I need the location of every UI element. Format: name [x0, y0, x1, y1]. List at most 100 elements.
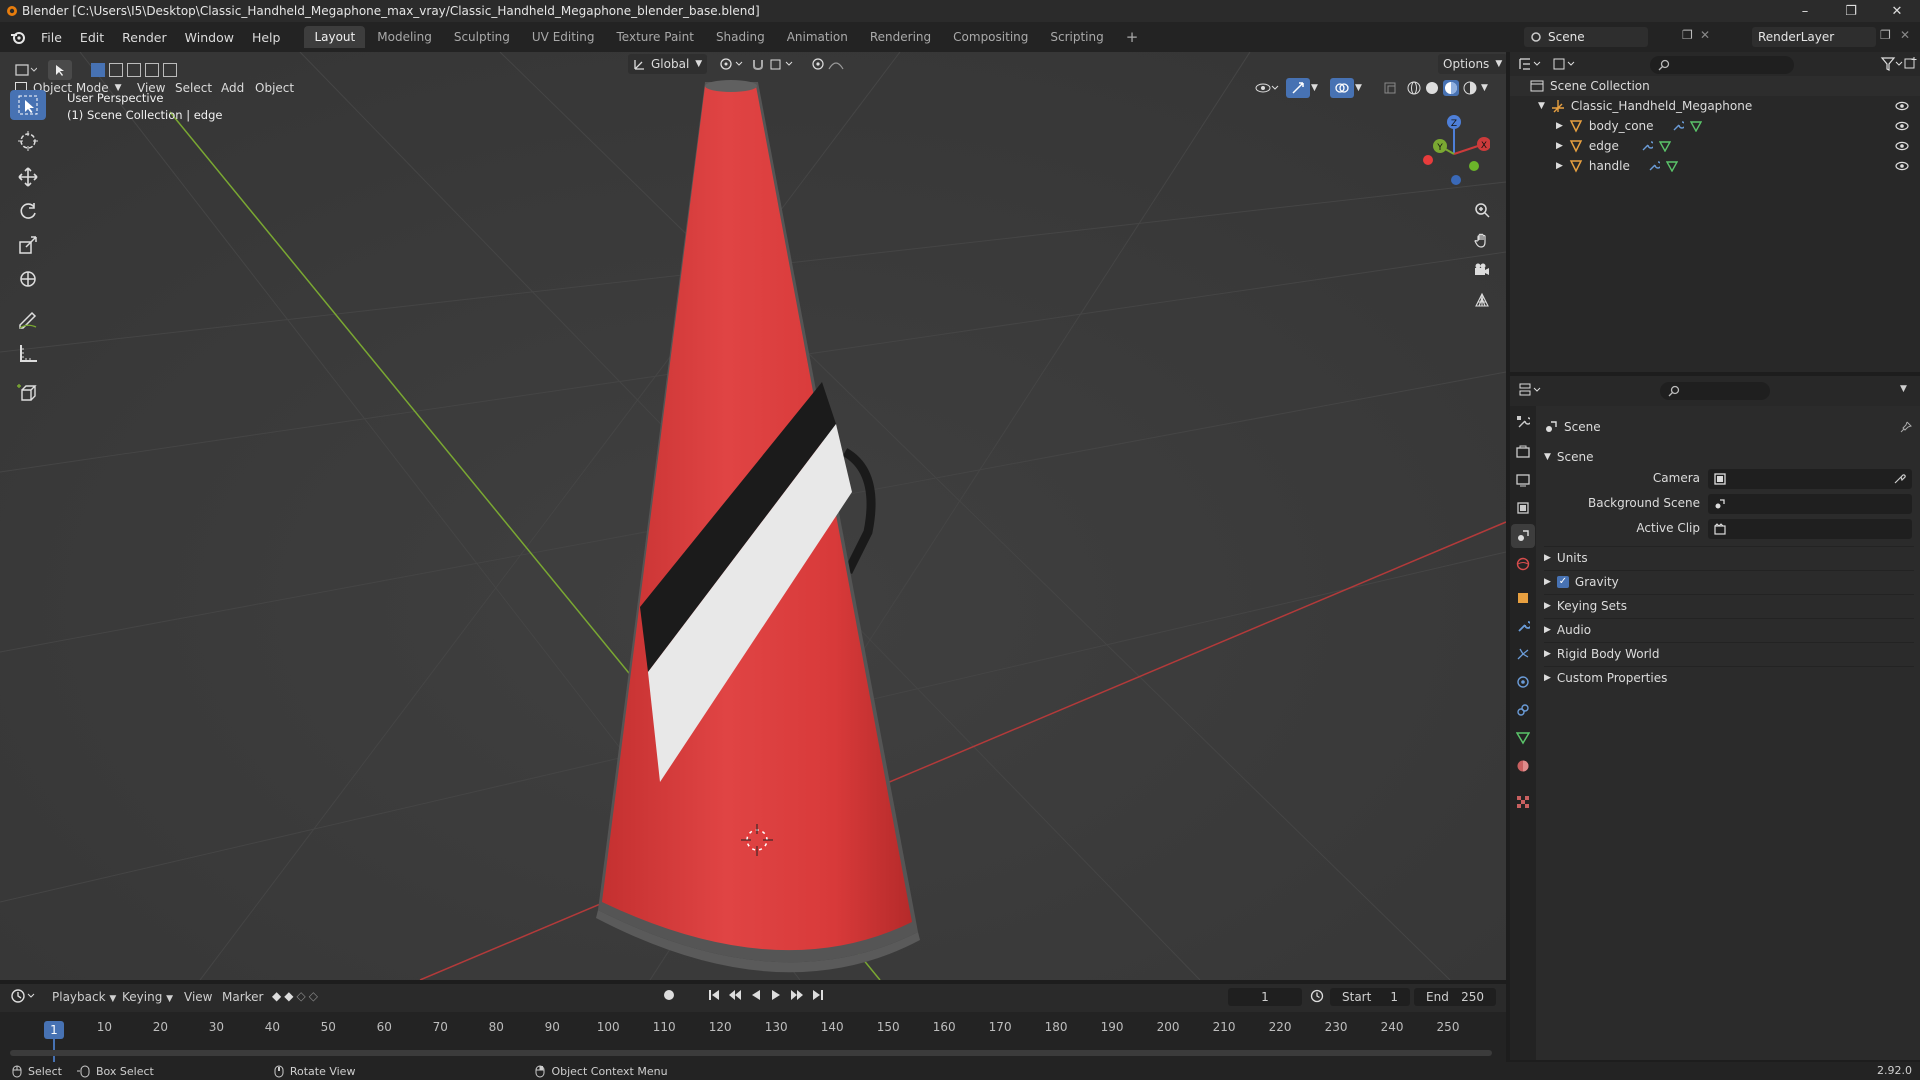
- end-frame-field[interactable]: End 250: [1414, 988, 1496, 1006]
- scale-tool[interactable]: [10, 230, 46, 260]
- jump-end-icon[interactable]: [812, 989, 824, 1001]
- tab-output-icon[interactable]: [1511, 468, 1535, 492]
- tab-animation[interactable]: Animation: [777, 26, 858, 48]
- tab-tool-icon[interactable]: [1511, 410, 1535, 434]
- delete-scene-icon[interactable]: ✕: [1700, 28, 1710, 42]
- tab-texture-icon[interactable]: [1511, 790, 1535, 814]
- gravity-checkbox[interactable]: ✓: [1556, 575, 1569, 588]
- eyedropper-icon[interactable]: [1894, 472, 1906, 484]
- tab-data-icon[interactable]: [1511, 726, 1535, 750]
- scene-panel-header[interactable]: ▼ Scene: [1544, 446, 1914, 468]
- properties-options-dropdown[interactable]: ▼: [1900, 384, 1907, 394]
- menu-file[interactable]: File: [32, 30, 71, 45]
- tab-world-icon[interactable]: [1511, 552, 1535, 576]
- eye-icon[interactable]: [1895, 161, 1909, 171]
- material-preview-shading-icon[interactable]: [1443, 80, 1459, 96]
- new-renderlayer-icon[interactable]: ❐: [1880, 28, 1891, 42]
- tab-modeling[interactable]: Modeling: [367, 26, 442, 48]
- jump-keyframe-back-icon[interactable]: [728, 989, 742, 1001]
- gizmo-dropdown-icon[interactable]: ▼: [1306, 78, 1323, 98]
- rotate-tool[interactable]: [10, 196, 46, 226]
- select-intersect-icon[interactable]: [163, 63, 177, 77]
- outliner-search-input[interactable]: [1650, 56, 1794, 74]
- tab-scene-icon[interactable]: [1511, 524, 1535, 548]
- renderlayer-selector[interactable]: RenderLayer: [1752, 27, 1876, 47]
- play-reverse-icon[interactable]: [750, 989, 762, 1001]
- tab-sculpting[interactable]: Sculpting: [444, 26, 520, 48]
- timeline-editor[interactable]: Playback ▼ Keying ▼ View Marker ◆ ◆ ◇ ◇ …: [0, 984, 1506, 1064]
- new-collection-icon[interactable]: [1904, 56, 1918, 70]
- display-mode-dropdown[interactable]: [1552, 56, 1578, 72]
- eye-icon[interactable]: [1895, 121, 1909, 131]
- select-subtract-icon[interactable]: [127, 63, 141, 77]
- tab-material-icon[interactable]: [1511, 754, 1535, 778]
- blender-menu-icon[interactable]: [10, 30, 26, 44]
- eye-icon[interactable]: [1895, 101, 1909, 111]
- measure-tool[interactable]: [10, 338, 46, 368]
- mesh-data-icon[interactable]: [1689, 120, 1702, 132]
- tab-particles-icon[interactable]: [1511, 642, 1535, 666]
- keyframe-delete-icon[interactable]: ◇: [296, 989, 305, 1003]
- pivot-point-dropdown[interactable]: [714, 54, 750, 74]
- properties-editor-type-icon[interactable]: [1518, 382, 1544, 398]
- expand-arrow-icon[interactable]: ▶: [1556, 141, 1563, 151]
- outliner-row-scene-collection[interactable]: Scene Collection: [1510, 76, 1920, 96]
- move-tool[interactable]: [10, 162, 46, 192]
- active-clip-field[interactable]: [1708, 519, 1912, 539]
- custom-properties-panel-header[interactable]: ▶ Custom Properties: [1544, 666, 1914, 688]
- pin-icon[interactable]: [1900, 421, 1912, 433]
- menu-edit[interactable]: Edit: [71, 30, 113, 45]
- xray-toggle[interactable]: [1378, 78, 1402, 98]
- expand-arrow-icon[interactable]: ▶: [1556, 161, 1563, 171]
- background-scene-field[interactable]: [1708, 494, 1912, 514]
- shading-dropdown-icon[interactable]: ▼: [1481, 83, 1488, 93]
- transform-orientation-dropdown[interactable]: Global ▼: [628, 54, 708, 74]
- use-preview-range-icon[interactable]: [1310, 989, 1324, 1003]
- mesh-data-icon[interactable]: [1658, 140, 1671, 152]
- camera-view-icon[interactable]: [1470, 258, 1494, 282]
- menu-window[interactable]: Window: [176, 30, 243, 45]
- tab-scripting[interactable]: Scripting: [1040, 26, 1113, 48]
- overlays-dropdown-icon[interactable]: ▼: [1350, 78, 1367, 98]
- record-icon[interactable]: [662, 988, 676, 1002]
- keyframe-buttons[interactable]: ◆ ◆ ◇ ◇: [272, 989, 318, 1003]
- new-scene-icon[interactable]: ❐: [1682, 28, 1693, 42]
- audio-panel-header[interactable]: ▶ Audio: [1544, 618, 1914, 640]
- expand-arrow-icon[interactable]: ▶: [1556, 121, 1563, 131]
- maximize-button[interactable]: ❐: [1828, 0, 1874, 22]
- timeline-menu-marker[interactable]: Marker: [222, 990, 263, 1004]
- keying-set-icon[interactable]: ◇: [309, 989, 318, 1003]
- viewport-menu-select[interactable]: Select: [170, 78, 217, 98]
- selection-mode-buttons[interactable]: [86, 60, 182, 80]
- tab-render-icon[interactable]: [1511, 440, 1535, 464]
- add-cube-tool[interactable]: [10, 378, 46, 408]
- shading-mode-buttons[interactable]: ▼: [1402, 78, 1493, 98]
- toggle-ortho-icon[interactable]: [1470, 288, 1494, 312]
- eye-icon[interactable]: [1895, 141, 1909, 151]
- modifier-wrench-icon[interactable]: [1641, 140, 1653, 152]
- select-extend-icon[interactable]: [109, 63, 123, 77]
- start-frame-field[interactable]: Start 1: [1330, 988, 1410, 1006]
- pan-view-icon[interactable]: [1470, 228, 1494, 252]
- timeline-scrollbar[interactable]: [10, 1050, 1492, 1056]
- outliner-row-object[interactable]: ▶ handle: [1510, 156, 1920, 176]
- tab-view-layer-icon[interactable]: [1511, 496, 1535, 520]
- transform-tool[interactable]: [10, 264, 46, 294]
- jump-keyframe-forward-icon[interactable]: [790, 989, 804, 1001]
- units-panel-header[interactable]: ▶ Units: [1544, 546, 1914, 568]
- select-difference-icon[interactable]: [145, 63, 159, 77]
- modifier-wrench-icon[interactable]: [1648, 160, 1660, 172]
- visibility-dropdown[interactable]: [1250, 78, 1286, 98]
- cursor-tool[interactable]: [10, 126, 46, 156]
- viewport-menu-object[interactable]: Object: [250, 78, 299, 98]
- tab-uv-editing[interactable]: UV Editing: [522, 26, 605, 48]
- tab-layout[interactable]: Layout: [304, 26, 366, 48]
- viewport-menu-add[interactable]: Add: [216, 78, 249, 98]
- timeline-menu-view[interactable]: View: [184, 990, 212, 1004]
- collapse-arrow-icon[interactable]: ▼: [1538, 101, 1545, 111]
- timeline-menu-playback[interactable]: Playback ▼: [52, 990, 116, 1004]
- keyframe-insert-icon[interactable]: ◆: [284, 989, 293, 1003]
- select-tool-mode-icon[interactable]: [48, 60, 72, 80]
- solid-shading-icon[interactable]: [1425, 81, 1439, 95]
- gravity-panel-header[interactable]: ▶ ✓ Gravity: [1544, 570, 1914, 592]
